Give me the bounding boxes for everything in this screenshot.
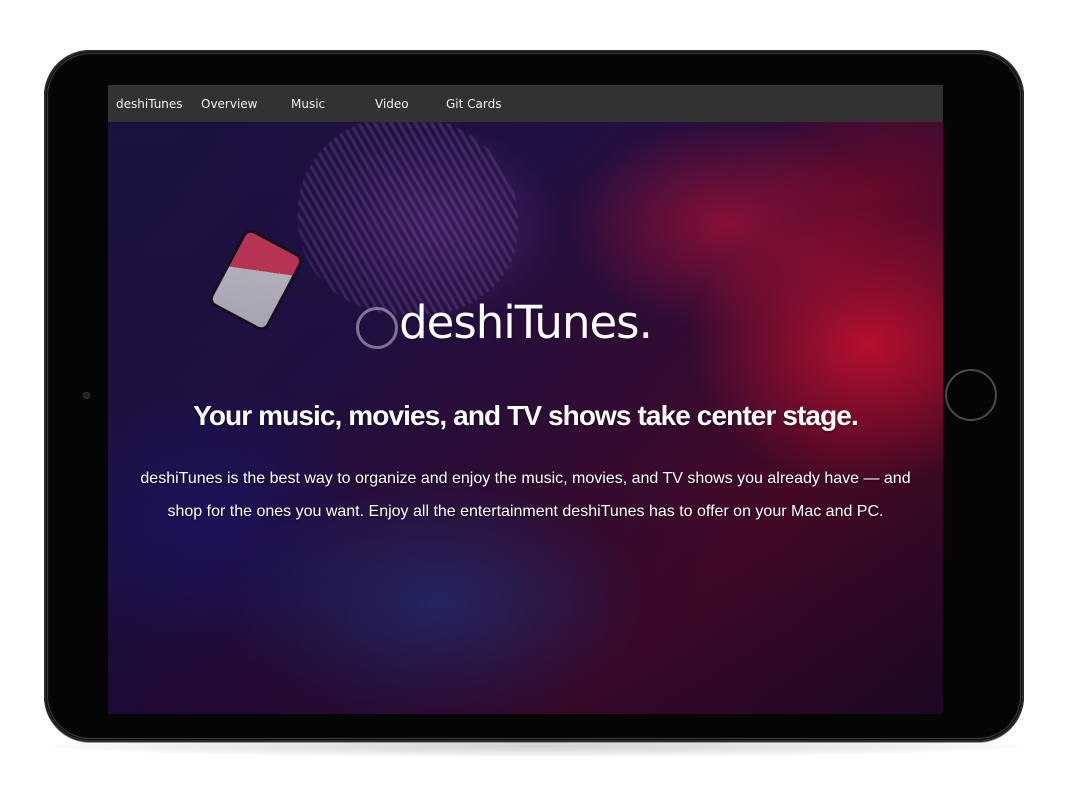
nav-item-video[interactable]: Video <box>375 85 409 122</box>
front-camera <box>83 392 90 399</box>
home-button[interactable] <box>945 369 997 421</box>
nav-item-overview[interactable]: Overview <box>201 85 258 122</box>
nav-item-deshitunes[interactable]: deshiTunes <box>116 85 183 122</box>
hero-tagline: Your music, movies, and TV shows take ce… <box>193 400 859 432</box>
top-navigation-bar: deshiTunes Overview Music Video Git Card… <box>108 85 943 122</box>
stage: deshiTunes Overview Music Video Git Card… <box>0 0 1072 791</box>
hero-title: deshiTunes. <box>399 296 653 350</box>
hero-section: deshiTunes. Your music, movies, and TV s… <box>108 85 943 714</box>
nav-item-gift-cards[interactable]: Git Cards <box>446 85 501 122</box>
device-screen: deshiTunes Overview Music Video Git Card… <box>108 85 943 714</box>
nav-item-music[interactable]: Music <box>291 85 325 122</box>
hero-description: deshiTunes is the best way to organize a… <box>140 470 911 520</box>
